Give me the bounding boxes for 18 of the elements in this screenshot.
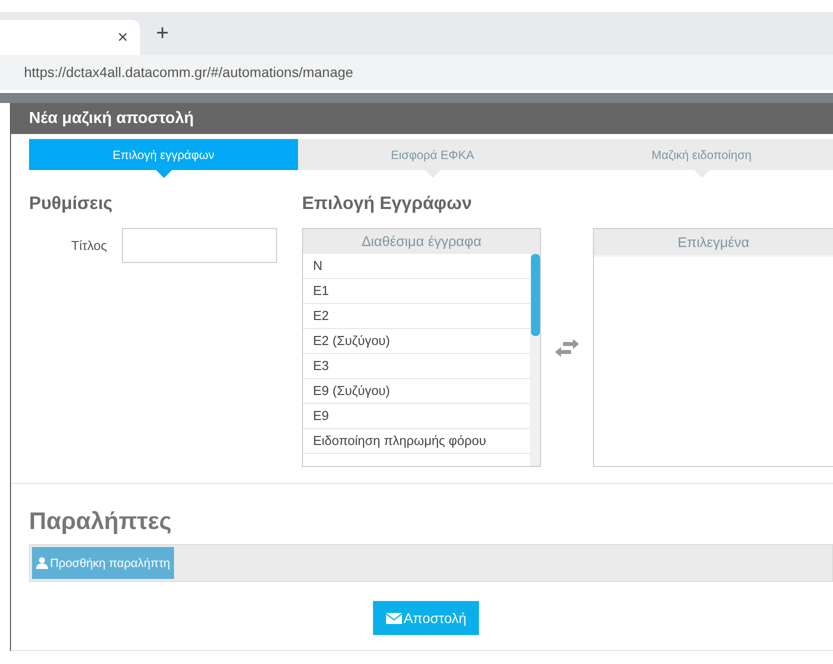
scrollbar[interactable] (530, 254, 540, 466)
section-heading: Επιλογή Εγγράφων (302, 192, 473, 215)
close-tab-icon[interactable]: × (117, 24, 128, 51)
step-pointer (156, 170, 172, 178)
field-label: Τίτλος (70, 236, 108, 255)
browser-tab[interactable]: × (0, 20, 140, 55)
title-input[interactable] (122, 228, 277, 263)
section-heading: Παραλήπτες (29, 507, 173, 537)
section-heading: Ρυθμίσεις (29, 192, 114, 215)
address-bar[interactable]: https://dctax4all.datacomm.gr/#/automations/manage (0, 55, 833, 90)
new-tab-button[interactable]: + (156, 16, 169, 49)
swap-arrows-icon[interactable] (555, 338, 579, 356)
list-header: Επιλεγμένα (594, 229, 833, 257)
list-header: Διαθέσιμα έγγραφα (303, 229, 540, 254)
dialog-title: Νέα μαζική αποστολή (29, 108, 194, 128)
list-item[interactable]: N (303, 254, 530, 279)
envelope-icon (386, 612, 402, 624)
person-icon (36, 557, 48, 569)
